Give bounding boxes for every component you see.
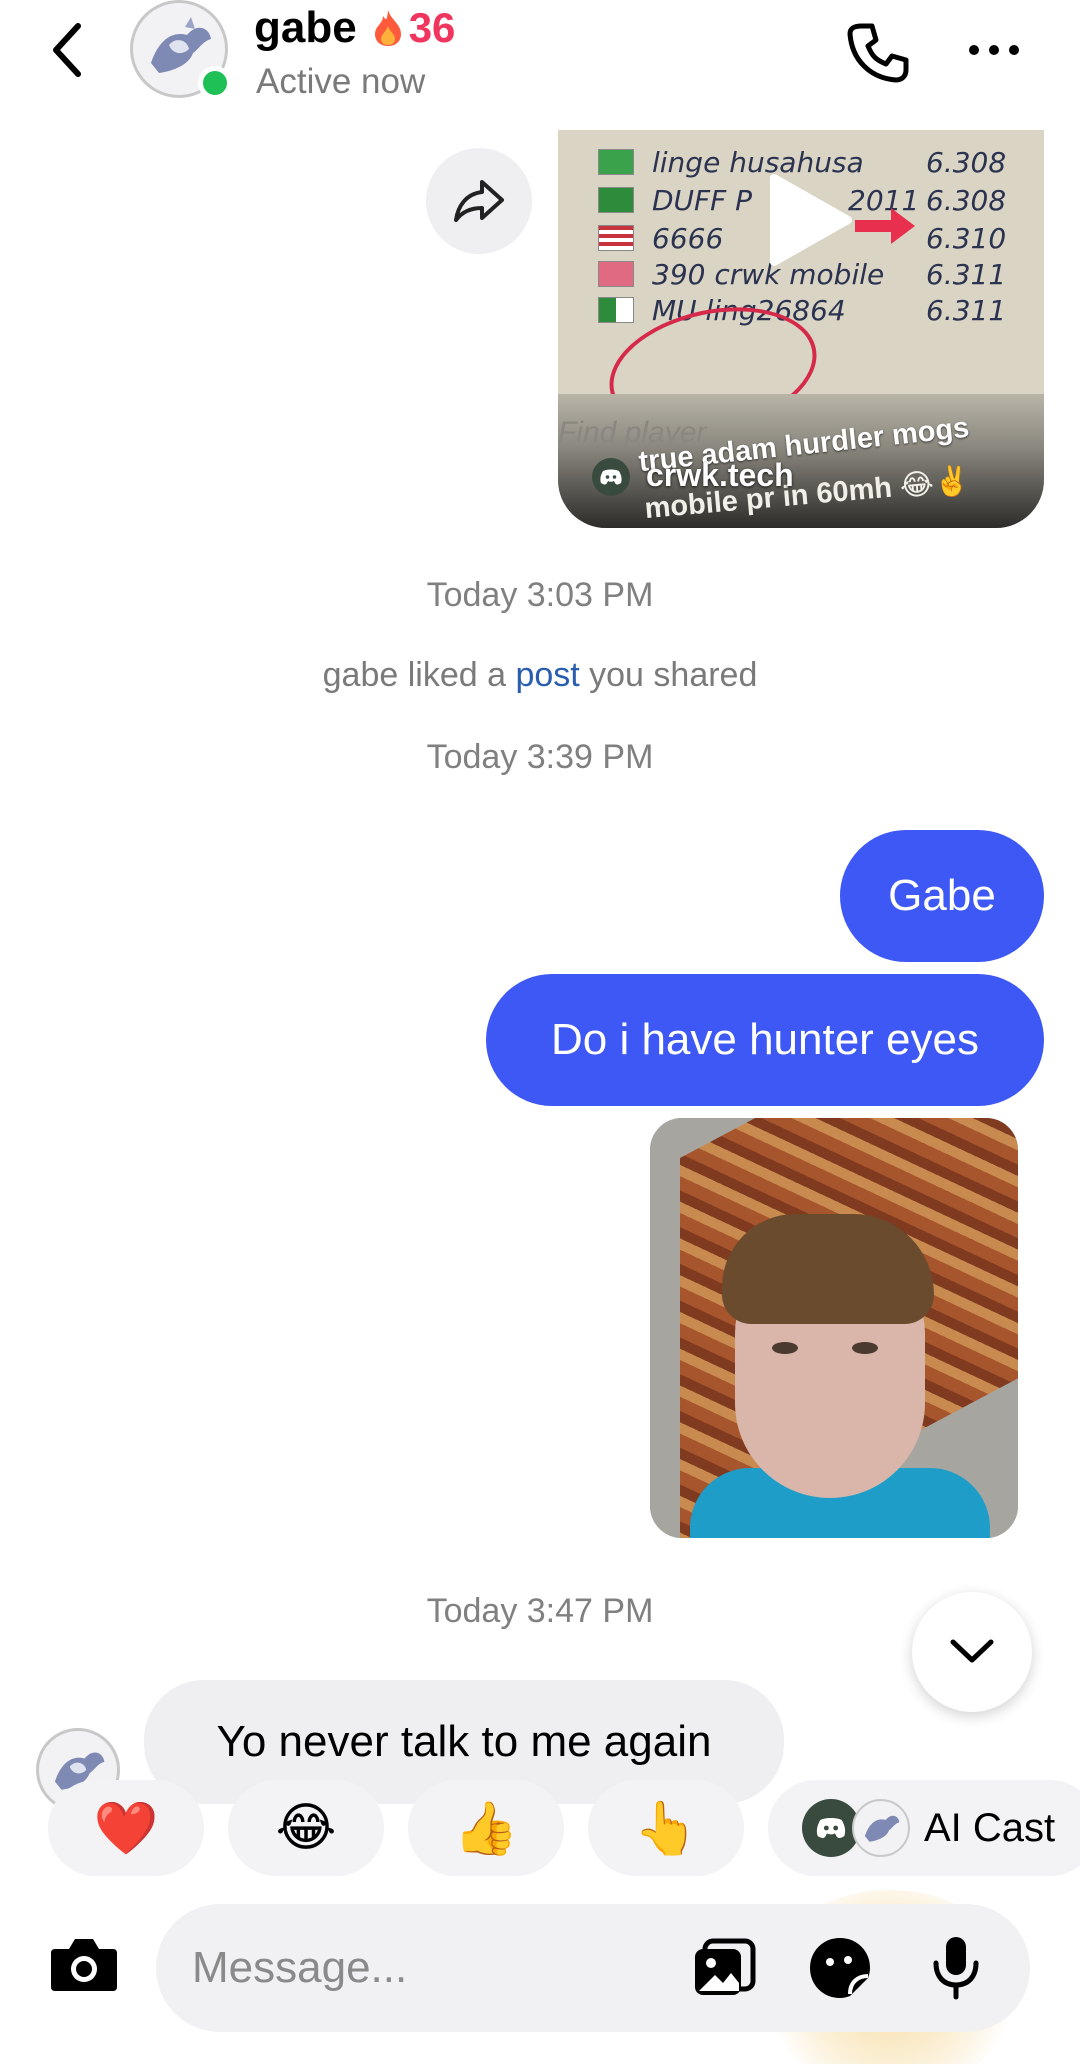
ai-cast-label: AI Cast	[924, 1805, 1056, 1850]
reaction-laugh[interactable]: 😂	[228, 1780, 384, 1876]
online-indicator	[198, 66, 232, 100]
phone-icon[interactable]	[840, 14, 916, 90]
message-text: Yo never talk to me again	[216, 1717, 712, 1766]
streak-count: 36	[408, 4, 456, 51]
photo-eye	[772, 1342, 798, 1354]
leaderboard-score: 6.311	[926, 257, 1007, 291]
chat-header: gabe 36 Active now	[0, 0, 1080, 128]
leaderboard-score: 6.308	[926, 145, 1007, 179]
message-text: Gabe	[888, 871, 996, 920]
flag-icon	[598, 225, 634, 251]
outgoing-message[interactable]: Gabe	[840, 830, 1044, 962]
outgoing-message[interactable]: Do i have hunter eyes	[486, 974, 1044, 1106]
contact-name-row[interactable]: gabe 36	[254, 2, 455, 54]
camera-icon[interactable]	[44, 1924, 124, 2004]
contact-name: gabe	[254, 3, 357, 52]
timestamp: Today 3:39 PM	[426, 738, 654, 776]
flag-icon	[598, 149, 634, 175]
microphone-icon[interactable]	[920, 1932, 992, 2004]
ai-cast-button[interactable]: AI Cast	[768, 1780, 1080, 1876]
discord-icon	[592, 458, 630, 496]
mini-avatar	[852, 1799, 910, 1857]
shared-video-post[interactable]: linge husahusa 6.308 DUFF P 6.308 6666 6…	[558, 130, 1044, 528]
message-composer	[156, 1904, 1030, 2032]
leaderboard-score: 6.311	[926, 293, 1007, 327]
system-text: you shared	[579, 656, 758, 694]
flag-icon	[598, 297, 634, 323]
gallery-icon[interactable]	[688, 1932, 760, 2004]
share-forward-icon[interactable]	[426, 148, 532, 254]
more-dot	[969, 45, 979, 55]
message-input[interactable]	[192, 1904, 672, 2032]
outgoing-photo[interactable]	[650, 1118, 1018, 1538]
reaction-heart[interactable]: ❤️	[48, 1780, 204, 1876]
active-status: Active now	[256, 62, 426, 101]
more-icon[interactable]	[956, 22, 1032, 78]
flag-icon	[598, 187, 634, 213]
reaction-point-up[interactable]: 👆	[588, 1780, 744, 1876]
flag-icon	[598, 261, 634, 287]
photo-hair	[722, 1214, 934, 1324]
system-message: gabe liked a post you shared	[0, 656, 1080, 695]
leaderboard-score: 6.308	[926, 183, 1007, 217]
contact-avatar[interactable]	[130, 0, 232, 100]
timestamp: Today 3:03 PM	[426, 576, 654, 614]
system-text: gabe liked a	[322, 656, 516, 694]
scroll-down-button[interactable]	[912, 1592, 1032, 1712]
more-dot	[1009, 45, 1019, 55]
point-up-icon: 👆	[633, 1799, 699, 1858]
play-icon[interactable]	[766, 170, 856, 270]
heart-icon: ❤️	[93, 1799, 159, 1858]
chevron-down-icon	[950, 1639, 994, 1663]
post-link[interactable]: post	[515, 656, 579, 694]
leaderboard-score: 6.310	[926, 221, 1007, 255]
message-text: Do i have hunter eyes	[550, 1015, 980, 1064]
photo-eye	[852, 1342, 878, 1354]
reaction-thumbs-up[interactable]: 👍	[408, 1780, 564, 1876]
flame-icon	[371, 8, 405, 48]
sticker-icon[interactable]	[804, 1932, 876, 2004]
red-arrow-icon	[855, 208, 915, 244]
more-dot	[989, 45, 999, 55]
back-arrow-icon[interactable]	[40, 18, 94, 82]
laugh-icon: 😂	[275, 1799, 337, 1857]
thumbs-up-icon: 👍	[453, 1799, 519, 1858]
video-handle: crwk.tech	[646, 457, 794, 493]
